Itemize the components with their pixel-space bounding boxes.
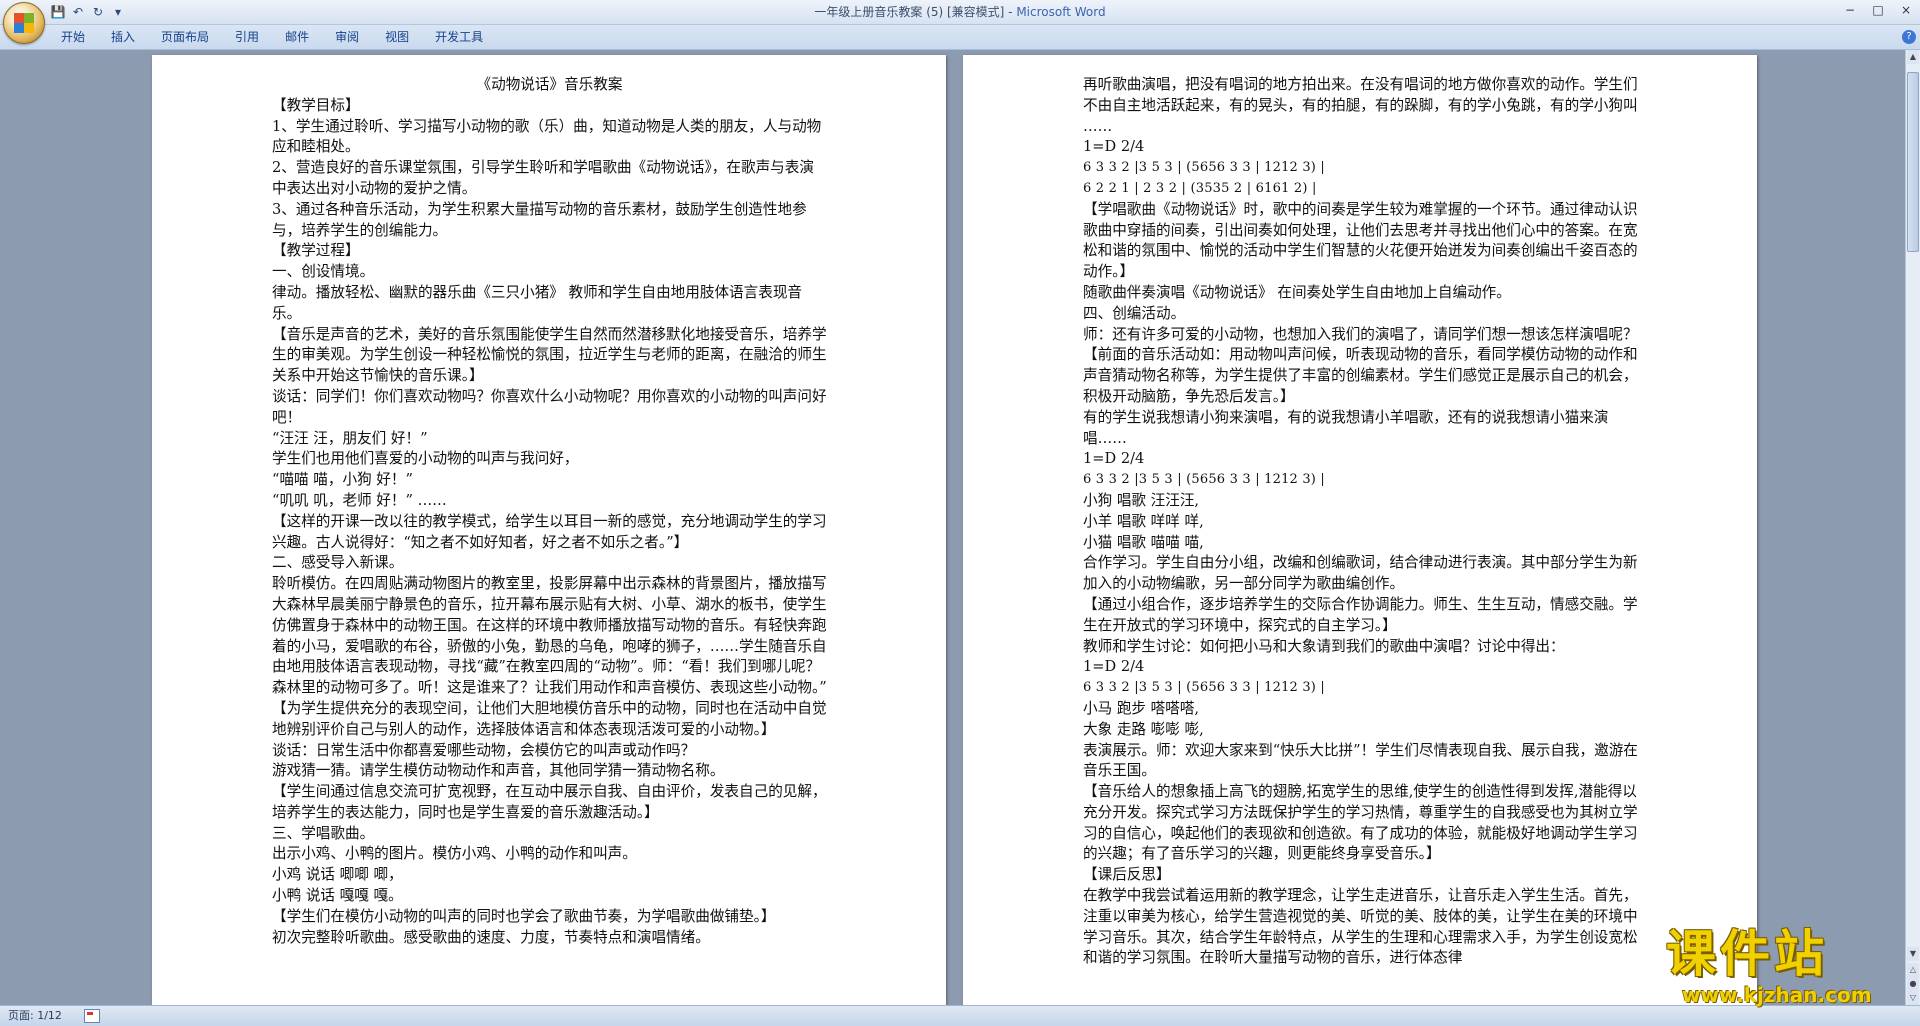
paragraph: 6 3 3 2 |3 5 3 | (5656 3 3 | 1212 3) | — [1083, 680, 1325, 696]
paragraph: 出示小鸡、小鸭的图片。模仿小鸡、小鸭的动作和叫声。 — [272, 845, 637, 863]
document-area: 《动物说话》音乐教案【教学目标】 1、学生通过聆听、学习描写小动物的歌（乐）曲，知… — [0, 50, 1906, 1005]
paragraph: 谈话：同学们！你们喜欢动物吗？你喜欢什么小动物呢？用你喜欢的小动物的叫声问好吧！ — [272, 387, 827, 426]
scroll-up-icon[interactable]: ▲ — [1907, 50, 1919, 64]
window-controls: − □ × — [1836, 0, 1920, 20]
paragraph: 表演展示。师：欢迎大家来到“快乐大比拼”！学生们尽情表现自我、展示自我，邀游在音… — [1083, 741, 1638, 780]
paragraph: 在教学中我尝试着运用新的教学理念，让学生走进音乐，让音乐走入学生生活。首先，注重… — [1083, 887, 1638, 967]
paragraph: 有的学生说我想请小狗来演唱，有的说我想请小羊唱歌，还有的说我想请小猫来演唱…… — [1083, 408, 1609, 447]
paragraph: 师：还有许多可爱的小动物，也想加入我们的演唱了，请同学们想一想该怎样演唱呢？ — [1083, 325, 1638, 343]
paragraph: 1=D 2/4 — [1083, 658, 1145, 676]
vertical-scrollbar[interactable]: ▲ ▼ △ ● ▽ — [1905, 50, 1920, 1005]
minimize-button[interactable]: − — [1836, 0, 1864, 20]
tab-view[interactable]: 视图 — [372, 25, 422, 49]
office-logo-icon — [14, 13, 34, 33]
title-bar: 💾 ↶ ↻ ▾ 一年级上册音乐教案 (5) [兼容模式] - Microsoft… — [0, 0, 1920, 44]
paragraph: 1=D 2/4 — [1083, 450, 1145, 468]
help-icon[interactable]: ? — [1902, 30, 1916, 44]
paragraph: 小狗 唱歌 汪汪汪, — [1083, 491, 1200, 509]
maximize-button[interactable]: □ — [1864, 0, 1892, 20]
paragraph: 学生们也用他们喜爱的小动物的叫声与我问好， — [272, 450, 579, 468]
paragraph: 【课后反思】 — [1083, 866, 1171, 884]
paragraph: 三、学唱歌曲。 — [272, 824, 375, 842]
office-button[interactable] — [3, 2, 45, 44]
paragraph: 小羊 唱歌 咩咩 咩, — [1083, 512, 1204, 530]
window-title: 一年级上册音乐教案 (5) [兼容模式] - Microsoft Word — [0, 0, 1920, 24]
paragraph: 游戏猜一猜。请学生模仿动物动作和声音，其他同学猜一猜动物名称。 — [272, 762, 725, 780]
paragraph: 【教学过程】 — [272, 242, 360, 260]
paragraph: 《动物说话》音乐教案 — [476, 76, 623, 93]
paragraph: “喵喵 喵，小狗 好！” — [272, 471, 413, 489]
paragraph: 【音乐给人的想象插上高飞的翅膀,拓宽学生的思维,使学生的创造性得到发挥,潜能得以… — [1083, 783, 1638, 863]
document-page-right[interactable]: 再听歌曲演唱，把没有唱词的地方拍出来。在没有唱词的地方做你喜欢的动作。学生们不由… — [963, 55, 1757, 1005]
paragraph: 【学唱歌曲《动物说话》时，歌中的间奏是学生较为难掌握的一个环节。通过律动认识歌曲… — [1083, 200, 1638, 281]
tab-review[interactable]: 审阅 — [322, 25, 372, 49]
paragraph: 【这样的开课一改以往的教学模式，给学生以耳目一新的感觉，充分地调动学生的学习兴趣… — [272, 512, 827, 551]
paragraph: 小猫 唱歌 喵喵 喵, — [1083, 533, 1204, 551]
paragraph: 6 2 2 1 | 2 3 2 | (3535 2 | 6161 2) | — [1083, 180, 1317, 196]
paragraph: 大象 走路 嘭嘭 嘭, — [1083, 720, 1204, 738]
watermark-url: www.kjzhan.com — [1682, 983, 1872, 1007]
ribbon-tab-bar: 开始 插入 页面布局 引用 邮件 审阅 视图 开发工具 ? — [0, 25, 1920, 50]
proofing-icon[interactable] — [84, 1009, 100, 1023]
page-text-left: 《动物说话》音乐教案【教学目标】 1、学生通过聆听、学习描写小动物的歌（乐）曲，知… — [272, 75, 827, 948]
paragraph: 谈话：日常生活中你都喜爱哪些动物，会模仿它的叫声或动作吗？ — [272, 741, 696, 759]
paragraph: 四、创编活动。 — [1083, 304, 1186, 322]
watermark-title: 课件站 — [1666, 925, 1828, 983]
paragraph: 6 3 3 2 |3 5 3 | (5656 3 3 | 1212 3) | — [1083, 160, 1325, 176]
paragraph: 【通过小组合作，逐步培养学生的交际合作协调能力。师生、生生互动，情感交融。学生在… — [1083, 595, 1638, 634]
tab-insert[interactable]: 插入 — [98, 25, 148, 49]
paragraph: 合作学习。学生自由分小组，改编和创编歌词，结合律动进行表演。其中部分学生为新加入… — [1083, 554, 1638, 593]
paragraph: 小马 跑步 嗒嗒嗒, — [1083, 699, 1200, 717]
page-text-right: 再听歌曲演唱，把没有唱词的地方拍出来。在没有唱词的地方做你喜欢的动作。学生们不由… — [1083, 75, 1638, 969]
document-title: 一年级上册音乐教案 (5) [兼容模式] - — [814, 5, 1017, 19]
paragraph: 二、感受导入新课。 — [272, 554, 404, 572]
paragraph: 【学生们在模仿小动物的叫声的同时也学会了歌曲节奏，为学唱歌曲做铺垫。】 — [272, 907, 776, 925]
paragraph: “叽叽 叽，老师 好！” …… — [272, 491, 447, 509]
watermark: 课件站 www.kjzhan.com — [1666, 925, 1916, 1007]
paragraph: 【为学生提供充分的表现空间，让他们大胆地模仿音乐中的动物，同时也在活动中自觉地辨… — [272, 699, 827, 738]
paragraph: 一、创设情境。 — [272, 263, 375, 281]
paragraph: 3、通过各种音乐活动，为学生积累大量描写动物的音乐素材，鼓励学生创造性地参与，培… — [272, 200, 807, 239]
paragraph: 聆听模仿。在四周贴满动物图片的教室里，投影屏幕中出示森林的背景图片，播放描写大森… — [272, 575, 827, 697]
paragraph: 教师和学生讨论：如何把小马和大象请到我们的歌曲中演唱？讨论中得出： — [1083, 637, 1565, 655]
paragraph: 1、学生通过聆听、学习描写小动物的歌（乐）曲，知道动物是人类的朋友，人与动物应和… — [272, 117, 822, 156]
app-name: Microsoft Word — [1016, 5, 1106, 19]
paragraph: 【前面的音乐活动如：用动物叫声问候，听表现动物的音乐，看同学模仿动物的动作和声音… — [1083, 346, 1638, 405]
paragraph: 【教学目标】 — [272, 96, 360, 114]
paragraph: 随歌曲伴奏演唱《动物说话》 在间奏处学生自由地加上自编动作。 — [1083, 283, 1511, 301]
status-bar: 页面: 1/12 — [0, 1005, 1920, 1026]
paragraph: 6 3 3 2 |3 5 3 | (5656 3 3 | 1212 3) | — [1083, 472, 1325, 488]
tab-references[interactable]: 引用 — [222, 25, 272, 49]
tab-developer[interactable]: 开发工具 — [422, 25, 496, 49]
paragraph: 【学生间通过信息交流可扩宽视野，在互动中展示自我、自由评价，发表自己的见解，培养… — [272, 783, 827, 821]
tab-page-layout[interactable]: 页面布局 — [148, 25, 222, 49]
paragraph: 1=D 2/4 — [1083, 138, 1145, 156]
paragraph: “汪汪 汪，朋友们 好！” — [272, 429, 428, 447]
paragraph: 小鸭 说话 嘎嘎 嘎。 — [272, 887, 403, 905]
paragraph: 小鸡 说话 唧唧 唧， — [272, 866, 403, 884]
tab-home[interactable]: 开始 — [48, 25, 98, 49]
tab-mailings[interactable]: 邮件 — [272, 25, 322, 49]
scrollbar-thumb[interactable] — [1907, 72, 1919, 252]
document-page-left[interactable]: 《动物说话》音乐教案【教学目标】 1、学生通过聆听、学习描写小动物的歌（乐）曲，知… — [152, 55, 946, 1005]
close-button[interactable]: × — [1892, 0, 1920, 20]
paragraph: 律动。播放轻松、幽默的器乐曲《三只小猪》 教师和学生自由地用肢体语言表现音乐。 — [272, 283, 803, 322]
paragraph: 2、营造良好的音乐课堂氛围，引导学生聆听和学唱歌曲《动物说话》，在歌声与表演中表… — [272, 159, 814, 197]
paragraph: 再听歌曲演唱，把没有唱词的地方拍出来。在没有唱词的地方做你喜欢的动作。学生们不由… — [1083, 76, 1638, 135]
page-count-label[interactable]: 页面: 1/12 — [8, 1006, 62, 1026]
paragraph: 初次完整聆听歌曲。感受歌曲的速度、力度，节奏特点和演唱情绪。 — [272, 928, 710, 946]
paragraph: 【音乐是声音的艺术，美好的音乐氛围能使学生自然而然潜移默化地接受音乐，培养学生的… — [272, 325, 827, 385]
